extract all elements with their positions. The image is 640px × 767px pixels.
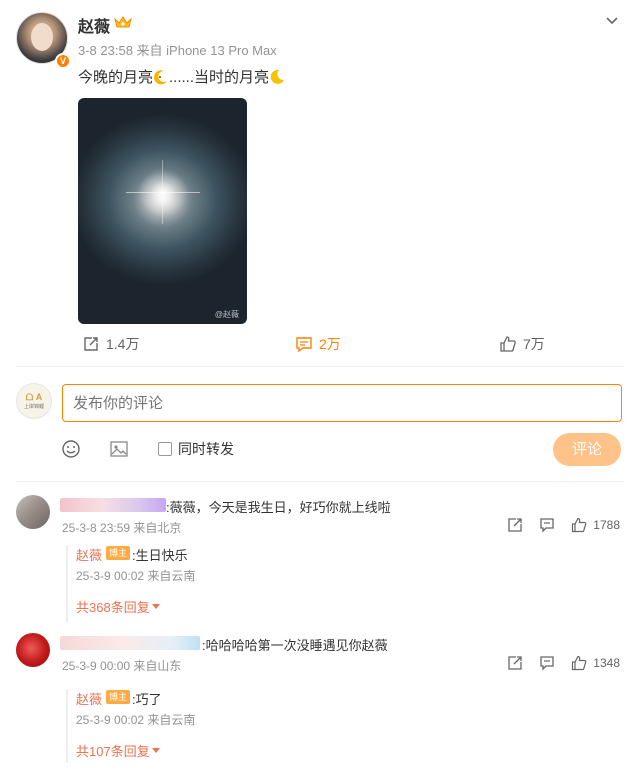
light-ray-horizontal	[126, 192, 200, 193]
more-replies-label: 共368条回复	[76, 600, 150, 615]
commenter-avatar[interactable]	[16, 495, 50, 529]
moon-glare	[138, 168, 188, 218]
post-text-part1: 今晚的月亮	[78, 69, 154, 86]
repost-button[interactable]: 1.4万	[82, 334, 139, 354]
comment-text: :薇薇，今天是我生日，好巧你就上线啦	[166, 500, 391, 515]
light-ray-vertical	[162, 160, 163, 224]
comment-actions: 1348	[507, 655, 620, 671]
comment-meta: 25-3-8 23:59 来自北京	[62, 521, 182, 535]
crescent-moon-icon	[270, 69, 285, 84]
post-text-part2: ......当时的月亮	[169, 69, 270, 86]
avatar-face	[31, 23, 53, 51]
post-text: 今晚的月亮 ......当时的月亮	[78, 66, 285, 87]
reply-thread: 赵薇 博主 :生日快乐 25-3-9 00:02 来自云南 共368条回复	[66, 545, 624, 623]
submit-comment-button[interactable]: 评论	[553, 433, 621, 466]
more-replies-link[interactable]: 共107条回复	[76, 741, 160, 760]
like-icon	[572, 655, 587, 671]
like-count: 7万	[523, 336, 545, 352]
commenter-avatar[interactable]	[16, 633, 50, 667]
image-icon[interactable]	[109, 439, 129, 459]
reply-meta: 25-3-9 00:02 来自云南	[76, 569, 196, 583]
comment-actions: 1788	[507, 517, 620, 533]
caret-down-icon	[151, 604, 160, 609]
repost-count: 1.4万	[106, 336, 140, 352]
comment-item: :哈哈哈哈第一次没睡遇见你赵薇 25-3-9 00:00 来自山东 1348 赵…	[16, 633, 624, 763]
verified-badge: V	[55, 53, 71, 69]
comment-button[interactable]: 2万	[295, 334, 640, 354]
like-button[interactable]: 7万	[499, 334, 545, 354]
avatar-label-top: ᗝ A	[25, 392, 43, 402]
commenter-name-blurred[interactable]	[60, 498, 166, 512]
reply-icon[interactable]	[539, 655, 555, 671]
comment-meta: 25-3-9 00:00 来自山东	[62, 659, 182, 673]
current-user-avatar: ᗝ A 上岸锦鲤	[16, 383, 52, 419]
post-header: V 赵薇 3-8 23:58 来自 iPhone 13 Pro Max	[16, 8, 624, 69]
post-image-moon[interactable]: @赵薇	[78, 98, 247, 324]
comment-icon	[296, 337, 312, 353]
repost-icon[interactable]	[507, 655, 523, 671]
moon-emoji-icon	[154, 70, 168, 85]
like-icon	[500, 336, 516, 352]
forward-label: 同时转发	[178, 441, 234, 457]
repost-icon[interactable]	[507, 517, 523, 533]
chevron-down-icon[interactable]	[604, 12, 620, 28]
reply-thread: 赵薇 博主 :巧了 25-3-9 00:02 来自云南 共107条回复	[66, 689, 624, 763]
comment-like-count: 1348	[593, 656, 620, 670]
reply-text: :巧了	[132, 692, 162, 707]
checkbox-box[interactable]	[158, 442, 172, 456]
reply-meta: 25-3-9 00:02 来自云南	[76, 713, 196, 727]
reply-author[interactable]: 赵薇	[76, 689, 102, 708]
more-replies-link[interactable]: 共368条回复	[76, 597, 160, 616]
avatar-label-bottom: 上岸锦鲤	[23, 404, 44, 410]
post-action-bar: 1.4万 2万 7万	[16, 330, 624, 358]
divider	[16, 366, 624, 367]
more-replies-label: 共107条回复	[76, 744, 150, 759]
commenter-name-blurred[interactable]	[60, 636, 200, 650]
crown-icon	[114, 16, 132, 28]
reply-author[interactable]: 赵薇	[76, 545, 102, 564]
caret-down-icon	[151, 748, 160, 753]
author-name[interactable]: 赵薇	[78, 13, 110, 37]
comment-item: :薇薇，今天是我生日，好巧你就上线啦 25-3-8 23:59 来自北京 178…	[16, 495, 624, 623]
host-badge: 博主	[106, 546, 131, 560]
post-time-source: 3-8 23:58 来自 iPhone 13 Pro Max	[78, 43, 277, 58]
divider	[16, 481, 624, 482]
comment-like-button[interactable]: 1788	[571, 517, 620, 533]
reply-icon[interactable]	[539, 517, 555, 533]
reply-text: :生日快乐	[132, 548, 188, 563]
forward-checkbox[interactable]: 同时转发	[158, 439, 234, 459]
like-icon	[572, 517, 587, 533]
comment-input[interactable]	[62, 384, 622, 422]
image-watermark: @赵薇	[214, 310, 239, 319]
comment-count: 2万	[319, 336, 341, 352]
host-badge: 博主	[106, 690, 131, 704]
smiley-icon[interactable]	[61, 439, 81, 459]
author-avatar[interactable]: V	[16, 12, 71, 69]
comment-like-button[interactable]: 1348	[571, 655, 620, 671]
comment-like-count: 1788	[593, 518, 620, 532]
repost-icon	[84, 337, 98, 351]
comment-text: :哈哈哈哈第一次没睡遇见你赵薇	[202, 638, 388, 653]
